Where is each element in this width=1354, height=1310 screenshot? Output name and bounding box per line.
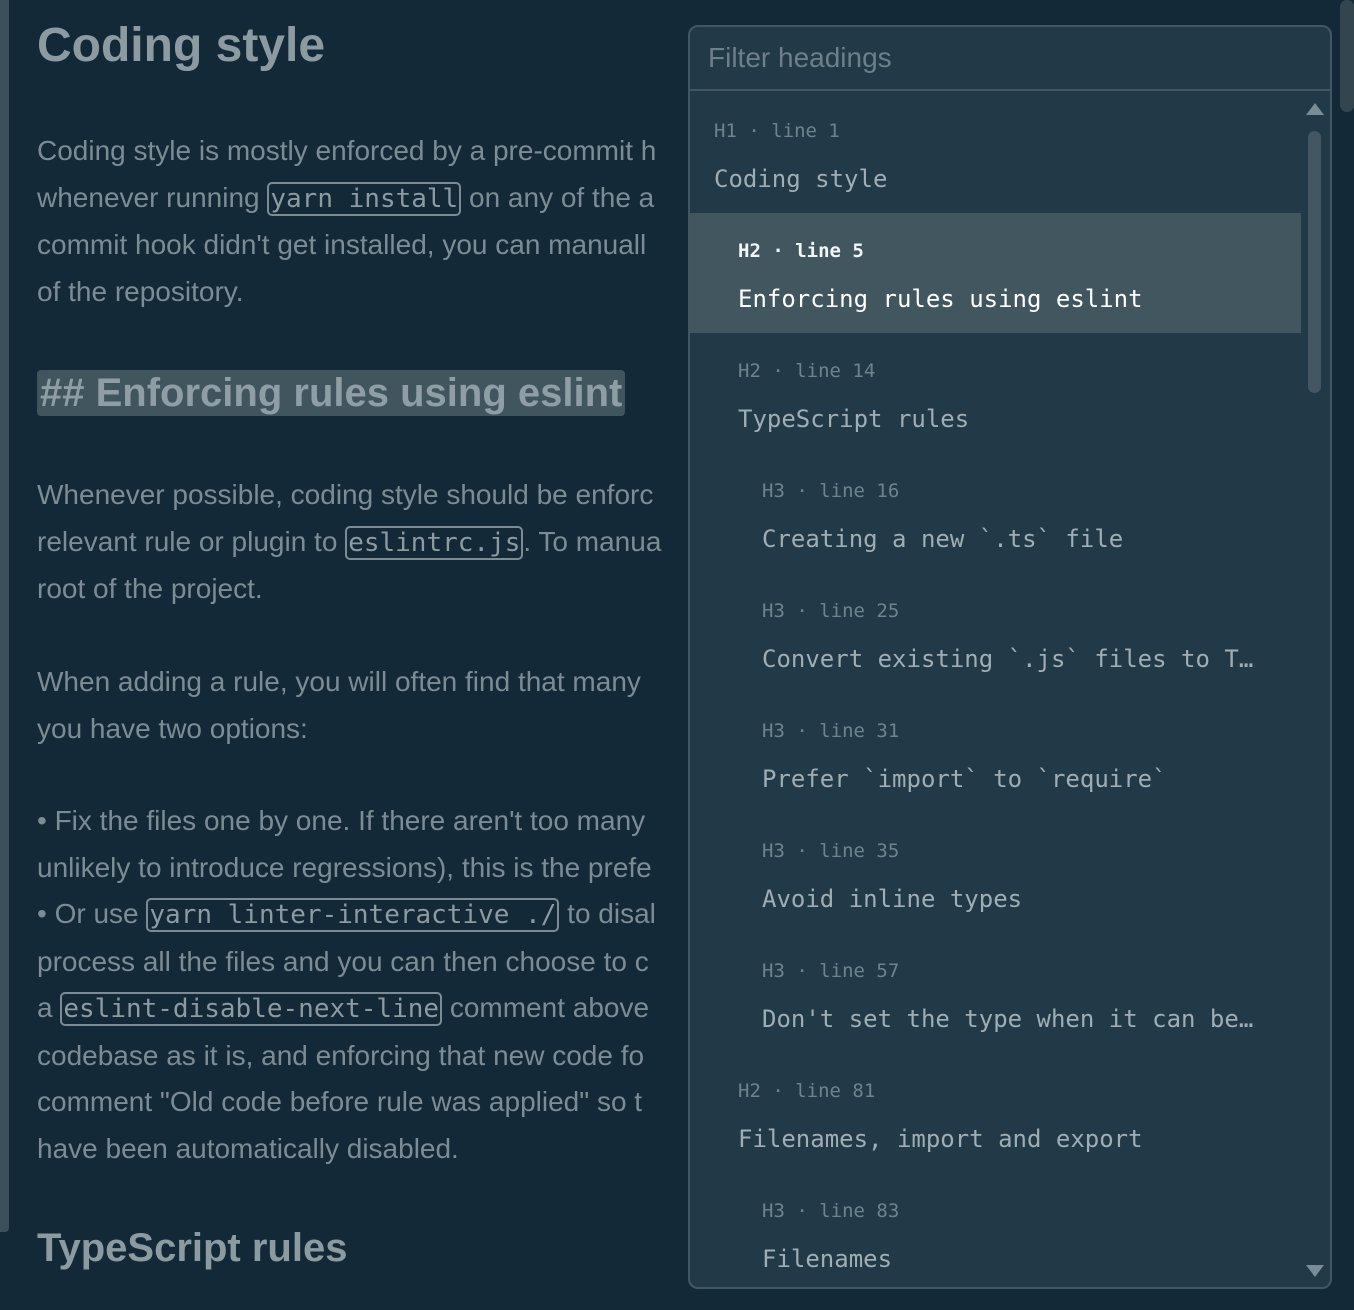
paragraph-precommit: Coding style is mostly enforced by a pre… xyxy=(37,128,656,315)
paragraph-adding-rule: When adding a rule, you will often find … xyxy=(37,659,641,752)
heading-meta: H1 · line 1 xyxy=(714,120,840,142)
text-line: a eslint-disable-next-line comment above xyxy=(37,985,656,1033)
text-line: of the repository. xyxy=(37,275,244,307)
scroll-down-arrow-icon[interactable] xyxy=(1306,1265,1324,1277)
markdown-editor[interactable]: Coding style Coding style is mostly enfo… xyxy=(37,0,737,1310)
heading-title: Enforcing rules using eslint xyxy=(738,285,1143,313)
heading-item[interactable]: H2 · line 81 Filenames, import and export xyxy=(690,1053,1301,1173)
heading-title: Coding style xyxy=(714,165,888,193)
inline-code: yarn linter-interactive ./ xyxy=(146,898,560,932)
heading-meta: H2 · line 14 xyxy=(738,360,876,382)
text-line: codebase as it is, and enforcing that ne… xyxy=(37,1039,645,1071)
heading-title: TypeScript rules xyxy=(738,405,970,433)
text-line: commit hook didn't get installed, you ca… xyxy=(37,229,647,260)
page-scrollbar-thumb[interactable] xyxy=(1340,0,1354,112)
heading-meta: H3 · line 57 xyxy=(762,960,900,982)
heading-title: Prefer `import` to `require` xyxy=(762,765,1167,793)
bullet-list: • Fix the files one by one. If there are… xyxy=(37,798,656,1172)
list-scrollbar-thumb[interactable] xyxy=(1308,131,1321,393)
heading-meta: H3 · line 35 xyxy=(762,840,900,862)
heading-meta: H2 · line 81 xyxy=(738,1080,876,1102)
heading-item-selected[interactable]: H2 · line 5 Enforcing rules using eslint xyxy=(690,213,1301,333)
heading-typescript-rules: TypeScript rules xyxy=(37,1226,348,1270)
text-line: root of the project. xyxy=(37,573,263,604)
text-line: comment "Old code before rule was applie… xyxy=(37,1086,643,1117)
inline-code: eslint-disable-next-line xyxy=(60,992,443,1026)
text-line: relevant rule or plugin to eslintrc.js. … xyxy=(37,519,661,567)
text-span: relevant rule or plugin to xyxy=(37,525,346,557)
heading-item[interactable]: H3 · line 31 Prefer `import` to `require` xyxy=(690,693,1301,813)
paragraph-eslint: Whenever possible, coding style should b… xyxy=(37,472,661,613)
heading-item[interactable]: H3 · line 35 Avoid inline types xyxy=(690,813,1301,933)
inline-code: eslintrc.js xyxy=(345,525,524,560)
text-span: whenever running xyxy=(37,181,268,213)
scroll-up-arrow-icon[interactable] xyxy=(1306,103,1324,115)
inline-code: yarn install xyxy=(267,181,462,216)
text-line: you have two options: xyxy=(37,712,308,744)
heading-meta: H3 · line 25 xyxy=(762,600,900,622)
heading-item[interactable]: H1 · line 1 Coding style xyxy=(690,93,1301,213)
text-line: have been automatically disabled. xyxy=(37,1132,459,1164)
text-line: whenever running yarn install on any of … xyxy=(37,175,656,223)
heading-title: Avoid inline types xyxy=(762,885,1023,913)
text-line: When adding a rule, you will often find … xyxy=(37,666,641,697)
text-span: . To manua xyxy=(523,525,662,557)
heading-meta: H3 · line 16 xyxy=(762,480,900,502)
text-line: Whenever possible, coding style should b… xyxy=(37,479,654,510)
heading-item[interactable]: H3 · line 16 Creating a new `.ts` file xyxy=(690,453,1301,573)
heading-meta: H3 · line 31 xyxy=(762,720,900,742)
heading-meta: H3 · line 83 xyxy=(762,1200,900,1222)
heading-title: Convert existing `.js` files to Ty… xyxy=(762,645,1265,673)
text-span: on any of the a xyxy=(461,181,655,213)
text-line: process all the files and you can then c… xyxy=(37,945,649,977)
heading-title: Creating a new `.ts` file xyxy=(762,525,1124,553)
text-span: to disal xyxy=(559,898,656,929)
text-span: comment above xyxy=(442,992,650,1023)
text-span: • Or use xyxy=(37,898,147,929)
heading-title: Filenames xyxy=(762,1245,893,1273)
heading-item[interactable]: H3 · line 83 Filenames xyxy=(690,1173,1301,1287)
heading-outline-panel: H1 · line 1 Coding style H2 · line 5 Enfor… xyxy=(688,25,1332,1289)
text-span: a xyxy=(37,992,61,1023)
heading-item[interactable]: H2 · line 14 TypeScript rules xyxy=(690,333,1301,453)
heading-coding-style: Coding style xyxy=(37,19,326,72)
list-item: • Or use yarn linter-interactive ./ to d… xyxy=(37,891,656,939)
editor-gutter xyxy=(0,0,9,1232)
heading-enforcing-rules-highlighted: ## Enforcing rules using eslint xyxy=(37,370,626,416)
text-line: Coding style is mostly enforced by a pre… xyxy=(37,135,657,166)
heading-title: Don't set the type when it can be … xyxy=(762,1005,1265,1033)
text-line: unlikely to introduce regressions), this… xyxy=(37,851,652,883)
heading-list: H1 · line 1 Coding style H2 · line 5 Enfor… xyxy=(690,93,1301,1287)
heading-item[interactable]: H3 · line 57 Don't set the type when it c… xyxy=(690,933,1301,1053)
heading-title: Filenames, import and export xyxy=(738,1125,1143,1153)
filter-bar xyxy=(690,27,1330,91)
heading-meta: H2 · line 5 xyxy=(738,240,864,262)
filter-headings-input[interactable] xyxy=(706,41,1314,75)
list-item: • Fix the files one by one. If there are… xyxy=(37,805,646,836)
heading-item[interactable]: H3 · line 25 Convert existing `.js` files… xyxy=(690,573,1301,693)
